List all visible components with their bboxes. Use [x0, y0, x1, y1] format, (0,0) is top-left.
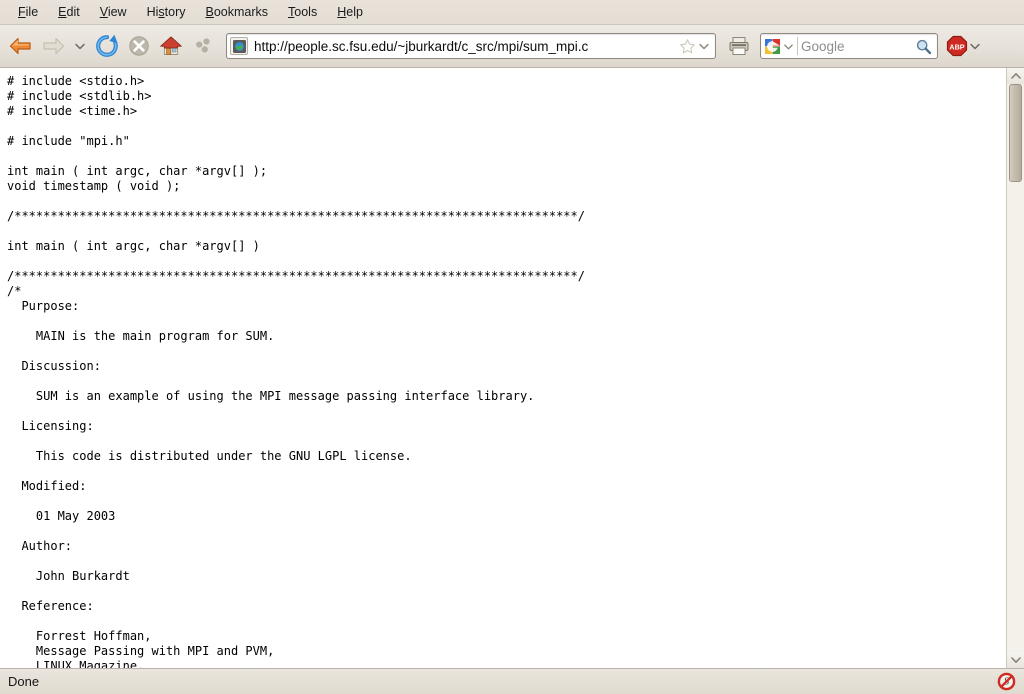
feed-button[interactable]	[188, 31, 218, 61]
caret-down-icon	[1010, 657, 1021, 663]
status-text: Done	[8, 674, 40, 689]
menu-item-edit[interactable]: Edit	[48, 3, 90, 22]
menu-item-file[interactable]: File	[8, 3, 48, 22]
abp-label: ABP	[949, 42, 964, 51]
stop-button	[124, 31, 154, 61]
search-divider	[797, 37, 798, 55]
reload-icon	[96, 34, 118, 57]
search-engine-button[interactable]	[761, 38, 796, 55]
home-icon	[159, 36, 183, 55]
url-dropdown-button[interactable]	[698, 40, 710, 52]
menu-item-bookmarks[interactable]: Bookmarks	[196, 3, 279, 22]
vertical-scrollbar[interactable]	[1006, 68, 1024, 668]
chevron-down-icon	[784, 43, 793, 49]
home-button[interactable]	[156, 31, 186, 61]
url-bar[interactable]: http://people.sc.fsu.edu/~jburkardt/c_sr…	[226, 33, 716, 59]
chevron-down-icon	[75, 43, 85, 50]
star-icon	[680, 38, 695, 53]
scroll-down-button[interactable]	[1007, 652, 1024, 668]
menu-bar: File Edit View History Bookmarks Tools H…	[0, 0, 1024, 25]
google-icon	[765, 38, 780, 54]
chevron-down-icon	[970, 43, 980, 50]
scroll-up-button[interactable]	[1007, 68, 1024, 84]
page-viewport[interactable]: # include <stdio.h> # include <stdlib.h>…	[0, 68, 1006, 668]
forward-arrow-icon	[43, 37, 65, 55]
bookmark-star-button[interactable]	[679, 38, 696, 55]
menu-item-help[interactable]: Help	[327, 3, 373, 22]
share-nodes-icon	[196, 38, 210, 53]
stop-icon	[129, 36, 149, 56]
print-button[interactable]	[724, 31, 754, 61]
source-code-text: # include <stdio.h> # include <stdlib.h>…	[7, 74, 585, 668]
history-dropdown-button[interactable]	[70, 31, 90, 61]
status-icon-tray: S	[997, 672, 1020, 691]
printer-icon	[729, 37, 749, 55]
search-input[interactable]: Google	[801, 39, 915, 54]
chevron-down-icon	[699, 43, 709, 50]
status-bar: Done S	[0, 668, 1024, 694]
adblock-plus-button[interactable]: ABP	[946, 35, 981, 57]
search-go-button[interactable]	[915, 38, 937, 55]
browser-window: File Edit View History Bookmarks Tools H…	[0, 0, 1024, 694]
back-arrow-icon	[9, 37, 31, 55]
reload-button[interactable]	[92, 31, 122, 61]
navigation-toolbar: http://people.sc.fsu.edu/~jburkardt/c_sr…	[0, 25, 1024, 68]
noscript-button[interactable]: S	[997, 672, 1016, 691]
globe-icon	[232, 39, 246, 53]
url-text[interactable]: http://people.sc.fsu.edu/~jburkardt/c_sr…	[252, 39, 679, 54]
abp-icon: ABP	[946, 35, 968, 57]
forward-button	[38, 31, 68, 61]
noscript-icon: S	[997, 672, 1016, 691]
scrollbar-thumb[interactable]	[1009, 84, 1022, 182]
menu-item-tools[interactable]: Tools	[278, 3, 327, 22]
search-bar[interactable]: Google	[760, 33, 938, 59]
page-favicon	[230, 37, 248, 55]
content-area: # include <stdio.h> # include <stdlib.h>…	[0, 68, 1024, 668]
menu-item-view[interactable]: View	[90, 3, 137, 22]
scrollbar-track[interactable]	[1007, 84, 1024, 652]
caret-up-icon	[1010, 73, 1021, 79]
search-icon	[916, 39, 932, 54]
menu-item-history[interactable]: History	[137, 3, 196, 22]
back-button[interactable]	[6, 31, 36, 61]
